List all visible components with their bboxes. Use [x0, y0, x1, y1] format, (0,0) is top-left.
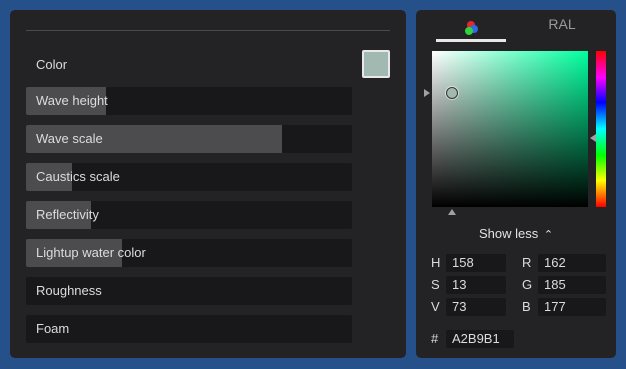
- g-label: G: [522, 277, 533, 292]
- hex-input[interactable]: A2B9B1: [446, 330, 514, 348]
- r-label: R: [522, 255, 532, 270]
- show-less-label: Show less: [478, 226, 539, 241]
- color-label: Color: [36, 57, 68, 72]
- v-input[interactable]: 73: [446, 298, 506, 316]
- color-swatch[interactable]: [362, 50, 390, 78]
- slider-wave-height[interactable]: Wave height: [26, 87, 352, 115]
- slider-label: Reflectivity: [36, 207, 99, 222]
- g-input[interactable]: 185: [538, 276, 606, 294]
- h-label: H: [431, 255, 441, 270]
- b-label: B: [522, 299, 531, 314]
- tab-ral[interactable]: RAL: [534, 16, 590, 32]
- slider-lightup-water-color[interactable]: Lightup water color: [26, 239, 352, 267]
- slider-reflectivity[interactable]: Reflectivity: [26, 201, 352, 229]
- saturation-value-handle[interactable]: [446, 87, 459, 100]
- slider-label: Wave scale: [36, 131, 103, 146]
- properties-panel: Color Wave height Wave scale Caustics sc…: [10, 10, 406, 358]
- slider-label: Lightup water color: [36, 245, 146, 260]
- tab-color-wheel[interactable]: [436, 14, 506, 42]
- color-picker-panel: RAL Show less ⌃ H 158 S 13 V 73 R 162 G …: [416, 10, 616, 358]
- saturation-marker-icon: [448, 209, 457, 215]
- slider-label: Wave height: [36, 93, 108, 108]
- hue-slider[interactable]: [596, 51, 606, 207]
- show-less-button[interactable]: Show less ⌃: [416, 226, 616, 241]
- hex-label: #: [431, 331, 439, 346]
- value-marker-icon: [424, 89, 430, 97]
- active-tab-indicator: [436, 39, 506, 42]
- rgb-dots-icon: [465, 21, 478, 35]
- slider-label: Caustics scale: [36, 169, 120, 184]
- slider-label: Foam: [36, 321, 70, 336]
- slider-foam[interactable]: Foam: [26, 315, 352, 343]
- slider-roughness[interactable]: Roughness: [26, 277, 352, 305]
- h-input[interactable]: 158: [446, 254, 506, 272]
- slider-wave-scale[interactable]: Wave scale: [26, 125, 352, 153]
- slider-caustics-scale[interactable]: Caustics scale: [26, 163, 352, 191]
- hue-marker-icon[interactable]: [590, 134, 596, 143]
- r-input[interactable]: 162: [538, 254, 606, 272]
- s-input[interactable]: 13: [446, 276, 506, 294]
- slider-label: Roughness: [36, 283, 102, 298]
- saturation-value-area[interactable]: [432, 51, 588, 207]
- s-label: S: [431, 277, 440, 292]
- divider: [26, 30, 390, 31]
- chevron-up-icon: ⌃: [543, 229, 554, 241]
- v-label: V: [431, 299, 440, 314]
- b-input[interactable]: 177: [538, 298, 606, 316]
